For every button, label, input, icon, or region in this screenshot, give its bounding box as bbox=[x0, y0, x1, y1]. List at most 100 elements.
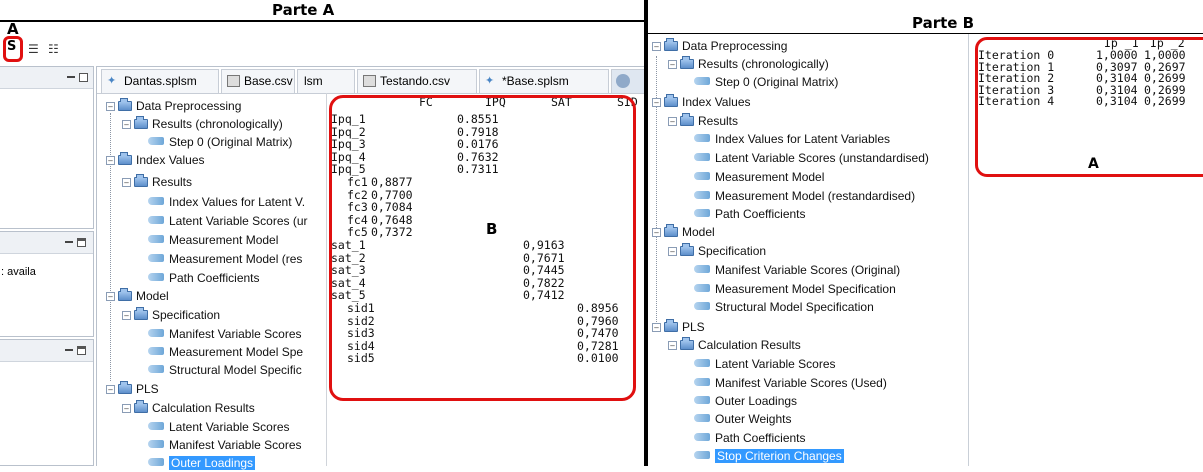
tree-results[interactable]: – Results bbox=[668, 112, 738, 130]
tree-manifest-scores-used[interactable]: Manifest Variable Scores bbox=[148, 436, 302, 454]
item-icon bbox=[148, 197, 164, 205]
item-icon bbox=[694, 451, 710, 459]
item-icon bbox=[694, 359, 710, 367]
folder-icon bbox=[134, 307, 148, 320]
tree-label: Manifest Variable Scores (Used) bbox=[715, 376, 887, 390]
tree-label: Step 0 (Original Matrix) bbox=[169, 135, 293, 149]
tree-results-chrono[interactable]: – Results (chronologically) bbox=[122, 115, 283, 133]
tree-outer-loadings[interactable]: Outer Loadings bbox=[148, 454, 256, 472]
tree-measurement-spec[interactable]: Measurement Model Specification bbox=[694, 280, 896, 298]
tab-lsm[interactable]: lsm bbox=[297, 69, 355, 93]
maximize-icon[interactable] bbox=[79, 73, 88, 82]
tree-label: Results (chronologically) bbox=[152, 117, 283, 131]
tree-step0[interactable]: Step 0 (Original Matrix) bbox=[694, 73, 838, 91]
tree-index-values-lv[interactable]: Index Values for Latent V. bbox=[148, 193, 305, 211]
tab-label: Testando.csv bbox=[380, 74, 451, 88]
tree-label: Outer Weights bbox=[715, 412, 792, 426]
tab-base-csv[interactable]: Base.csv bbox=[221, 69, 295, 93]
tree-label: Latent Variable Scores bbox=[715, 357, 836, 371]
tree-results-chrono[interactable]: – Results (chronologically) bbox=[668, 55, 829, 73]
tab-active[interactable] bbox=[611, 69, 645, 93]
tree-measurement-model[interactable]: Measurement Model bbox=[694, 168, 824, 186]
item-icon bbox=[148, 347, 164, 355]
tree-measurement-model[interactable]: Measurement Model bbox=[148, 231, 278, 249]
tab-testando[interactable]: Testando.csv bbox=[357, 69, 477, 93]
tree-stop-criterion[interactable]: Stop Criterion Changes bbox=[694, 447, 844, 465]
tab-base-splsm[interactable]: ✦ *Base.splsm bbox=[479, 69, 609, 93]
tree-path-coef[interactable]: Path Coefficients bbox=[694, 205, 806, 223]
tree-measurement-spec[interactable]: Measurement Model Spe bbox=[148, 343, 303, 361]
panel-a-top-rule bbox=[0, 20, 644, 22]
tree-outer-weights[interactable]: Outer Weights bbox=[694, 410, 791, 428]
panel-a-title: Parte A bbox=[272, 1, 335, 19]
tree-lv-scores[interactable]: Latent Variable Scores (ur bbox=[148, 212, 308, 230]
folder-icon bbox=[134, 400, 148, 413]
tree-index-values-lv[interactable]: Index Values for Latent Variables bbox=[694, 130, 890, 148]
tree-label: Index Values bbox=[136, 153, 205, 167]
tree-measurement-model-res[interactable]: Measurement Model (restandardised) bbox=[694, 187, 915, 205]
tree-label: Manifest Variable Scores bbox=[169, 438, 302, 452]
tree-label: Structural Model Specification bbox=[715, 300, 874, 314]
panel-b-top-rule bbox=[648, 33, 1203, 34]
tree-specification[interactable]: – Specification bbox=[122, 306, 220, 324]
item-icon bbox=[694, 265, 710, 273]
toolbar-tool-icon-2[interactable]: ☷ bbox=[48, 42, 64, 58]
tree-label: Specification bbox=[698, 244, 767, 258]
restore-icon[interactable] bbox=[77, 238, 86, 247]
tree-lv-scores[interactable]: Latent Variable Scores (unstandardised) bbox=[694, 149, 929, 167]
toolbar-tool-icon-1[interactable]: ☰ bbox=[28, 42, 44, 58]
tree-model[interactable]: – Model bbox=[106, 287, 169, 305]
tree-data-preprocessing[interactable]: – Data Preprocessing bbox=[106, 97, 241, 115]
tab-dantas[interactable]: ✦ Dantas.splsm bbox=[101, 69, 219, 93]
tree-manifest-scores-used[interactable]: Manifest Variable Scores (Used) bbox=[694, 374, 887, 392]
folder-icon bbox=[118, 381, 132, 394]
item-icon bbox=[694, 302, 710, 310]
item-icon bbox=[148, 216, 164, 224]
tree-structural-spec[interactable]: Structural Model Specific bbox=[148, 361, 302, 379]
item-icon bbox=[694, 414, 710, 422]
table-icon bbox=[363, 75, 376, 87]
tree-label: Outer Loadings bbox=[715, 394, 798, 408]
tree-label: Results bbox=[698, 114, 739, 128]
tree-structural-spec[interactable]: Structural Model Specification bbox=[694, 298, 874, 316]
tree-path-coef[interactable]: Path Coefficients bbox=[148, 269, 260, 287]
tree-label: Calculation Results bbox=[698, 338, 801, 352]
minimize-icon[interactable] bbox=[67, 76, 75, 78]
tree-label: PLS bbox=[136, 382, 159, 396]
tree-calc-results[interactable]: – Calculation Results bbox=[122, 399, 255, 417]
side-panel-2: : availa bbox=[0, 231, 94, 337]
tree-data-preprocessing[interactable]: – Data Preprocessing bbox=[652, 37, 787, 55]
tree-label: Path Coefficients bbox=[715, 431, 806, 445]
tree-index-values[interactable]: – Index Values bbox=[652, 93, 751, 111]
tree-manifest-scores[interactable]: Manifest Variable Scores bbox=[148, 325, 302, 343]
minimize-icon[interactable] bbox=[65, 241, 73, 243]
tree-model[interactable]: – Model bbox=[652, 223, 715, 241]
tree-step0[interactable]: Step 0 (Original Matrix) bbox=[148, 133, 292, 151]
tree-label: Path Coefficients bbox=[715, 207, 806, 221]
tree-label: Measurement Model bbox=[169, 233, 279, 247]
tree-label: Data Preprocessing bbox=[136, 99, 242, 113]
tree-manifest-scores[interactable]: Manifest Variable Scores (Original) bbox=[694, 261, 900, 279]
folder-icon bbox=[118, 152, 132, 165]
tree-index-values[interactable]: – Index Values bbox=[106, 151, 205, 169]
tree-label: Measurement Model (restandardised) bbox=[715, 189, 916, 203]
tree-latent-scores[interactable]: Latent Variable Scores bbox=[694, 355, 836, 373]
tree-label: Measurement Model (res bbox=[169, 252, 303, 266]
folder-icon bbox=[134, 116, 148, 129]
tree-pls[interactable]: – PLS bbox=[652, 318, 705, 336]
model-icon: ✦ bbox=[485, 75, 495, 87]
tree-label: Index Values bbox=[682, 95, 751, 109]
tree-path-coef-2[interactable]: Path Coefficients bbox=[694, 429, 806, 447]
tree-measurement-model-res[interactable]: Measurement Model (res bbox=[148, 250, 302, 268]
tree-label: Latent Variable Scores (unstandardised) bbox=[715, 151, 929, 165]
minimize-icon[interactable] bbox=[65, 349, 73, 351]
restore-icon[interactable] bbox=[77, 346, 86, 355]
tree-results[interactable]: – Results bbox=[122, 173, 192, 191]
tree-calc-results[interactable]: – Calculation Results bbox=[668, 336, 801, 354]
tree-specification[interactable]: – Specification bbox=[668, 242, 766, 260]
tree-outer-loadings[interactable]: Outer Loadings bbox=[694, 392, 797, 410]
toolbar-calc-icon[interactable]: S bbox=[7, 39, 20, 59]
tree-label: Results (chronologically) bbox=[698, 57, 829, 71]
tree-pls[interactable]: – PLS bbox=[106, 380, 159, 398]
tree-latent-scores[interactable]: Latent Variable Scores bbox=[148, 418, 290, 436]
